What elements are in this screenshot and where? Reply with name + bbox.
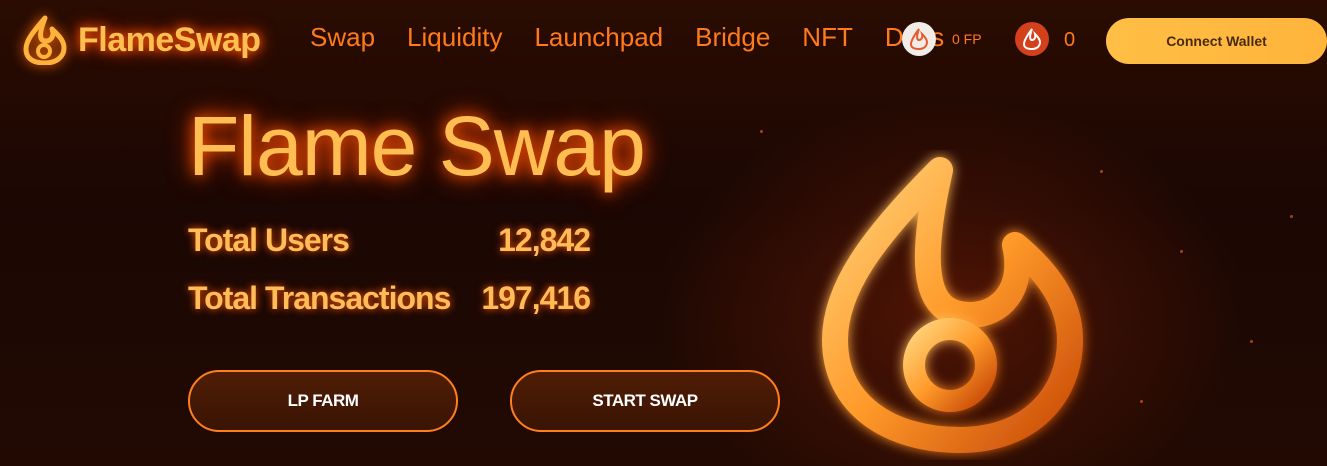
stat-label: Total Users bbox=[188, 222, 350, 258]
flame-balance: 0 bbox=[1064, 29, 1076, 51]
stat-total-users: Total Users 12,842 bbox=[188, 222, 591, 259]
lp-farm-button[interactable]: LP FARM bbox=[188, 370, 458, 432]
flame-3d-art bbox=[822, 157, 1083, 453]
ember bbox=[1100, 170, 1103, 173]
brand-name: FlameSwap bbox=[78, 20, 261, 59]
stat-total-transactions: Total Transactions 197,416 bbox=[188, 280, 591, 317]
stat-value: 12,842 bbox=[498, 222, 591, 258]
ember bbox=[1140, 400, 1143, 403]
nav-nft[interactable]: NFT bbox=[802, 22, 853, 53]
connect-wallet-button[interactable]: Connect Wallet bbox=[1106, 18, 1327, 64]
fp-balance: 0 FP bbox=[952, 31, 982, 47]
ember bbox=[1290, 215, 1293, 218]
top-navbar: FlameSwap Swap Liquidity Launchpad Bridg… bbox=[0, 0, 1327, 90]
nav-launchpad[interactable]: Launchpad bbox=[534, 22, 663, 53]
flame-logo-icon bbox=[23, 15, 67, 65]
flame-token-icon[interactable] bbox=[1015, 22, 1049, 56]
brand-logo[interactable]: FlameSwap bbox=[22, 10, 261, 70]
main-nav: Swap Liquidity Launchpad Bridge NFT Docs bbox=[310, 22, 976, 53]
ember bbox=[1180, 250, 1183, 253]
fp-token-icon[interactable] bbox=[902, 22, 936, 56]
stat-label: Total Transactions bbox=[188, 280, 451, 316]
ember bbox=[760, 130, 763, 133]
stat-value: 197,416 bbox=[481, 280, 591, 316]
ember bbox=[1250, 340, 1253, 343]
nav-swap[interactable]: Swap bbox=[310, 22, 375, 53]
hero-title: Flame Swap bbox=[188, 99, 646, 193]
nav-bridge[interactable]: Bridge bbox=[695, 22, 770, 53]
nav-liquidity[interactable]: Liquidity bbox=[407, 22, 502, 53]
start-swap-button[interactable]: START SWAP bbox=[510, 370, 780, 432]
